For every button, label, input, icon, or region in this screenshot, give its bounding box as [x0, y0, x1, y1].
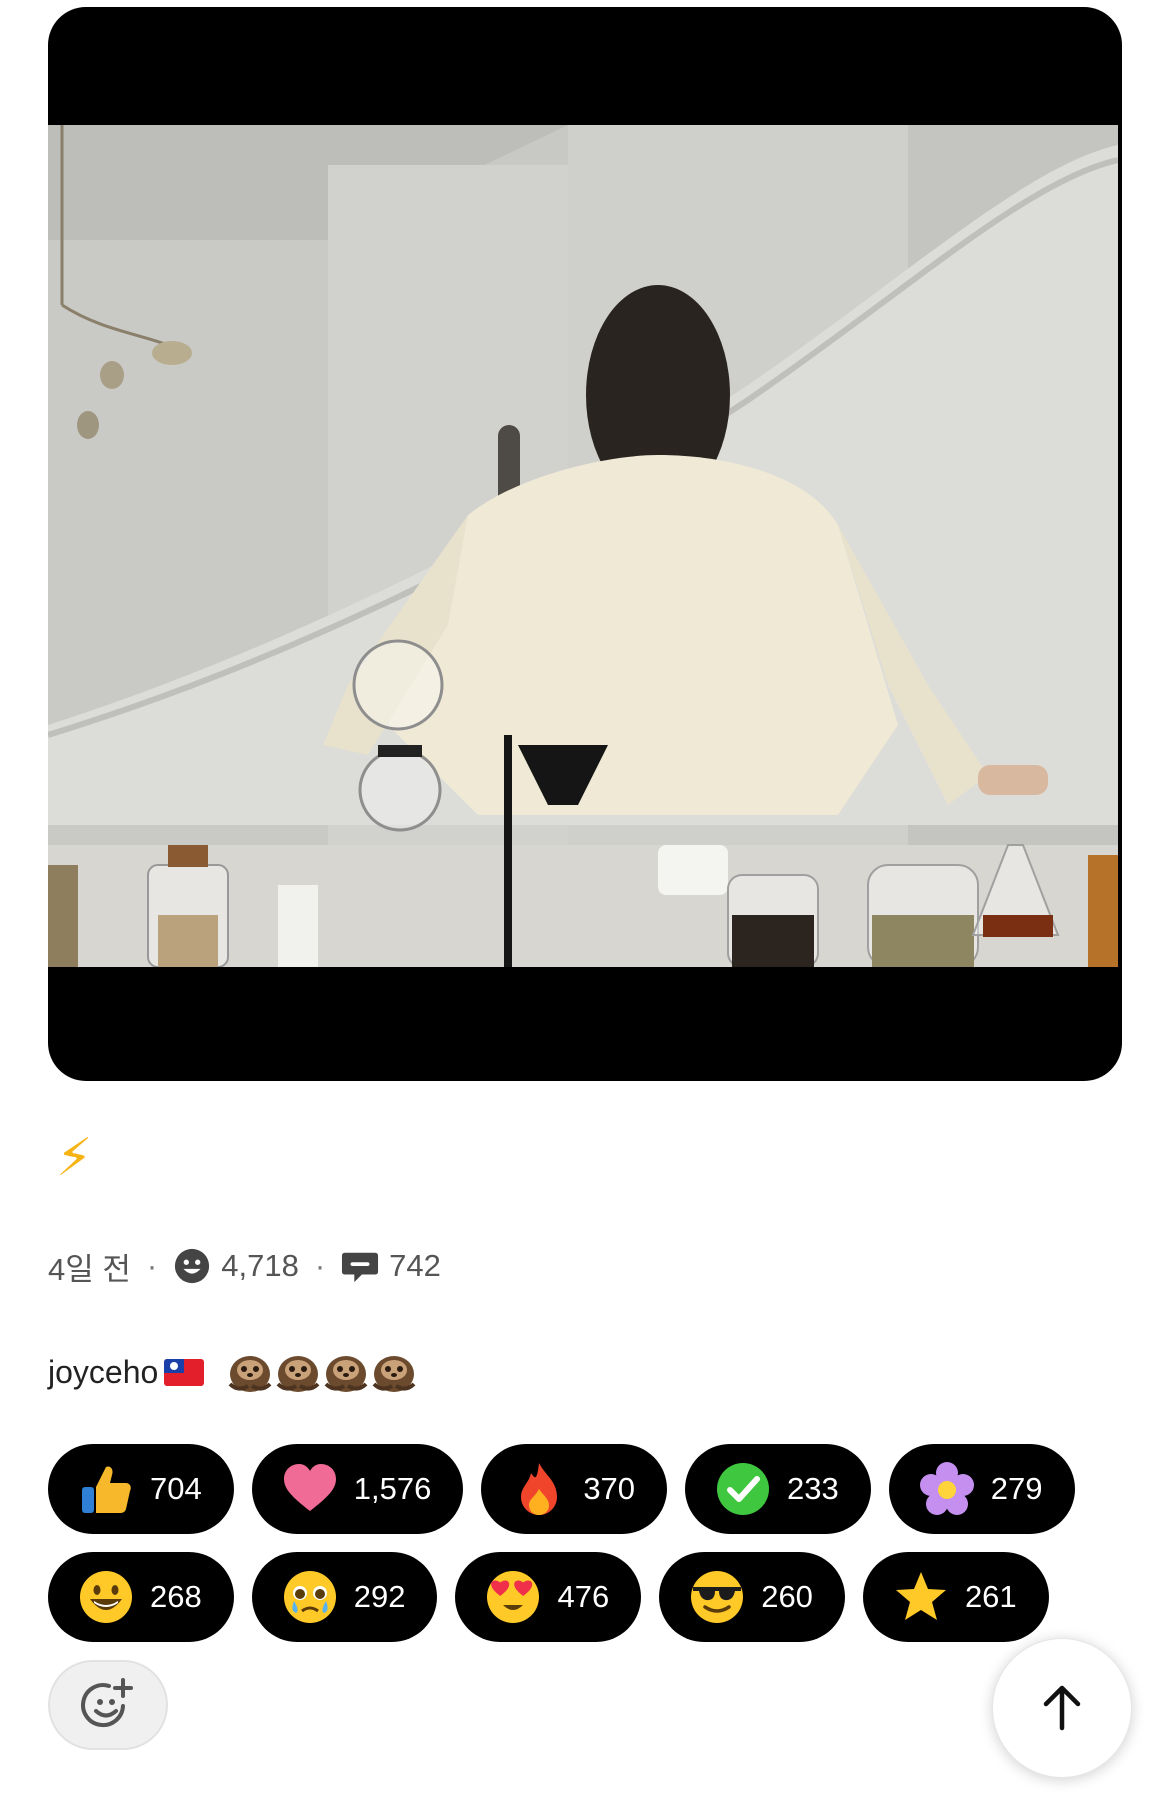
add-reaction-icon: [81, 1678, 133, 1728]
reaction-total: 4,718: [221, 1248, 299, 1283]
arrow-up-icon: [1043, 1685, 1081, 1731]
reaction-row: 704 1,576 370 233 279: [48, 1444, 1088, 1534]
check-mark-icon: [715, 1461, 771, 1517]
taiwan-flag-icon: [164, 1358, 205, 1386]
star-icon: [893, 1569, 949, 1625]
sloth-icon: [226, 1350, 274, 1394]
scroll-to-top-button[interactable]: [992, 1638, 1132, 1778]
reaction-row: 268 292 476 260 261: [48, 1552, 1088, 1642]
reaction-grinning[interactable]: 268: [48, 1552, 234, 1642]
reaction-crying[interactable]: 292: [251, 1552, 438, 1642]
reaction-star[interactable]: 261: [862, 1552, 1049, 1642]
comment-icon[interactable]: [341, 1247, 379, 1285]
author-badges: [226, 1350, 418, 1394]
reaction-fire[interactable]: 370: [481, 1444, 668, 1534]
grinning-face-icon: [78, 1569, 134, 1625]
crying-face-icon: [282, 1569, 338, 1625]
heart-icon: [282, 1461, 338, 1517]
sunglasses-face-icon: [689, 1569, 745, 1625]
lightning-icon: ⚡: [56, 1128, 93, 1188]
flower-icon: [919, 1461, 975, 1517]
reaction-flower[interactable]: 279: [888, 1444, 1075, 1534]
reaction-count: 261: [964, 1579, 1017, 1614]
reaction-count: 1,576: [353, 1471, 432, 1506]
sloth-icon: [370, 1350, 418, 1394]
reaction-sunglasses[interactable]: 260: [659, 1552, 845, 1642]
reaction-bar: 704 1,576 370 233 279 268 292 476 260 26…: [48, 1444, 1088, 1660]
reaction-count: 233: [787, 1471, 839, 1506]
comment-count[interactable]: 742: [389, 1248, 441, 1284]
reaction-count: 704: [150, 1471, 202, 1506]
reaction-count: 279: [990, 1471, 1043, 1506]
fire-icon: [511, 1461, 567, 1517]
thumbs-up-icon: [78, 1461, 134, 1517]
reaction-thumbs-up[interactable]: 704: [48, 1444, 234, 1534]
separator-dot: ·: [314, 1248, 326, 1283]
author-name[interactable]: joyceho: [48, 1354, 158, 1391]
reaction-count: 476: [557, 1579, 610, 1614]
post-time: 4일 전: [48, 1251, 131, 1287]
reaction-count: 292: [353, 1579, 406, 1614]
separator-dot: ·: [146, 1248, 158, 1283]
sloth-icon: [274, 1350, 322, 1394]
post-author[interactable]: joyceho: [48, 1350, 418, 1394]
reaction-count: 268: [150, 1579, 202, 1614]
post-meta: 4일 전 · 4,718 · 742: [48, 1245, 441, 1287]
reaction-check[interactable]: 233: [685, 1444, 871, 1534]
add-reaction-button[interactable]: [48, 1660, 168, 1750]
smiley-icon: [173, 1247, 211, 1285]
reaction-count: 260: [761, 1579, 813, 1614]
post-media[interactable]: [48, 7, 1122, 1081]
sloth-icon: [322, 1350, 370, 1394]
reaction-heart-eyes[interactable]: 476: [455, 1552, 642, 1642]
reaction-count: 370: [583, 1471, 636, 1506]
heart-eyes-face-icon: [485, 1569, 541, 1625]
post-page: ⚡ 4일 전 · 4,718 · 742 joyceho 704 1,576 3…: [0, 0, 1170, 1811]
post-photo: [48, 125, 1118, 967]
reaction-heart[interactable]: 1,576: [251, 1444, 464, 1534]
